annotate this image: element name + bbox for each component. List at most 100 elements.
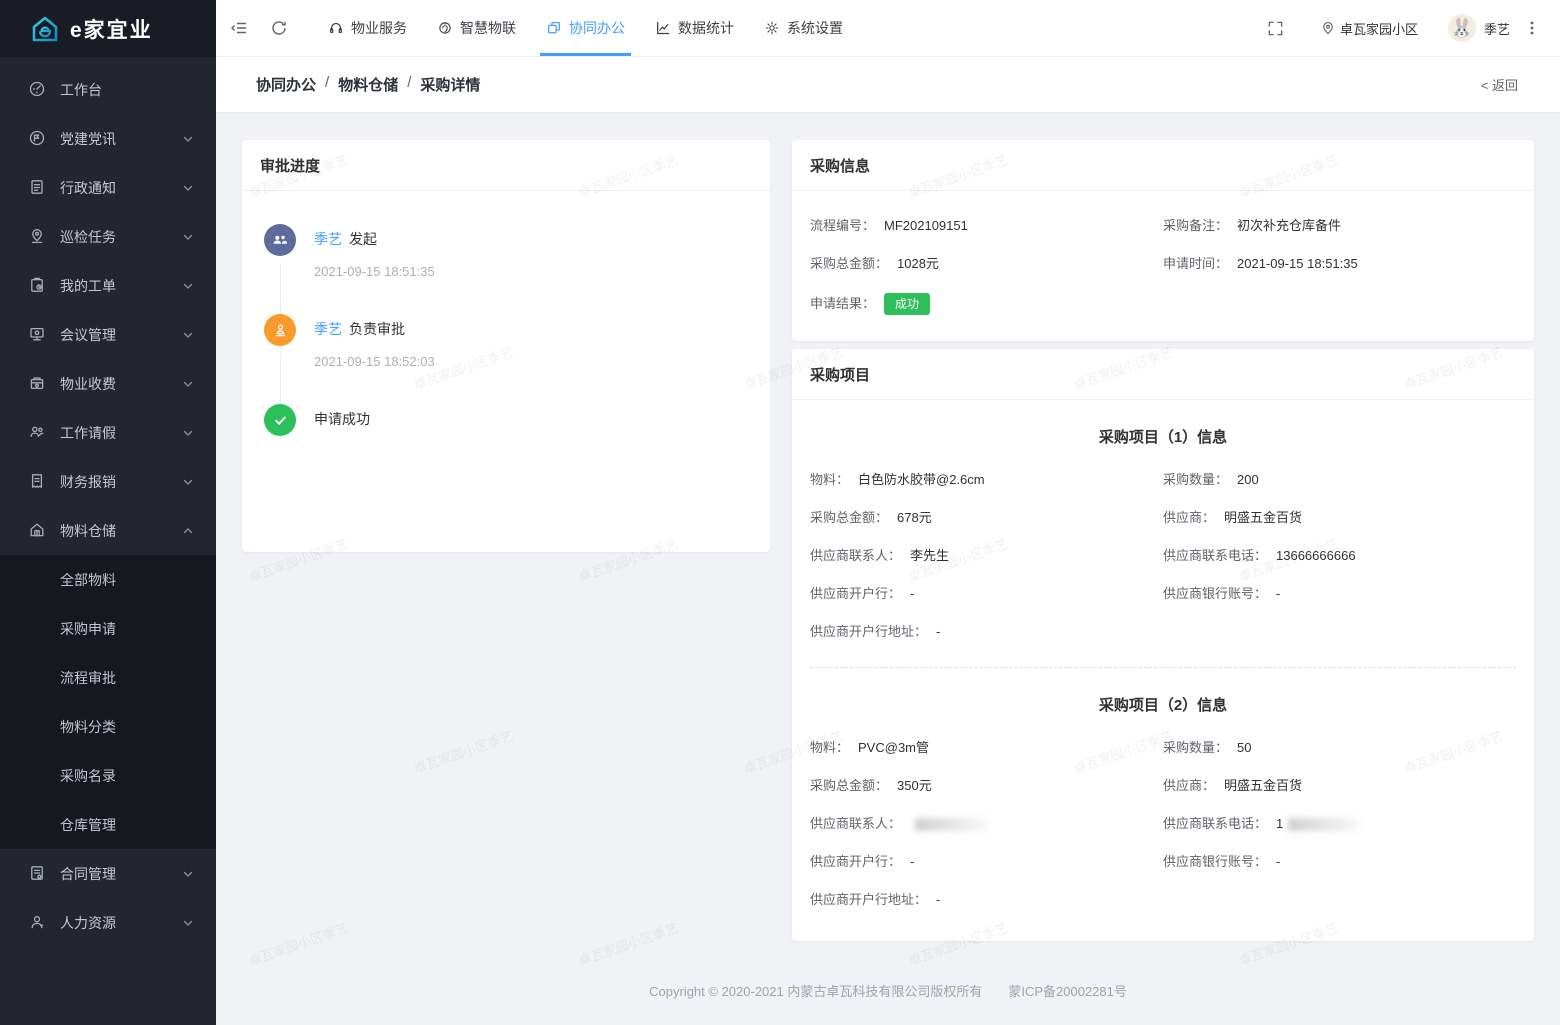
sidebar-item-party[interactable]: 党建党讯	[0, 114, 216, 163]
topbar-tabs: 物业服务 智慧物联 协同办公 数据统计 系统设置	[313, 0, 858, 56]
sidebar-item-label: 会议管理	[60, 326, 116, 343]
purchase-item-section: 采购项目（1）信息 物料： 白色防水胶带@2.6cm 采购数量： 200 采购总金额： 67…	[792, 400, 1534, 647]
collab-icon	[546, 20, 562, 36]
sidebar-item-purchase-apply[interactable]: 采购申请	[0, 604, 216, 653]
field-value: 2021-09-15 18:51:35	[1237, 256, 1358, 271]
users-step-icon	[264, 224, 296, 256]
step-user-link[interactable]: 季艺	[314, 231, 342, 247]
step-user-link[interactable]: 季艺	[314, 321, 342, 337]
field: 采购总金额： 678元	[810, 509, 1163, 527]
house-icon	[28, 521, 47, 540]
tab-iot[interactable]: 智慧物联	[422, 0, 531, 56]
tab-office[interactable]: 协同办公	[531, 0, 640, 56]
field: 供应商联系电话： 1	[1163, 815, 1516, 833]
sidebar-item-purchase-list[interactable]: 采购名录	[0, 751, 216, 800]
field: 供应商开户行地址： -	[810, 623, 1163, 641]
chevron-down-icon	[182, 280, 194, 292]
purchase-items-body: 采购项目（1）信息 物料： 白色防水胶带@2.6cm 采购数量： 200 采购总金额： 67…	[792, 400, 1534, 915]
sidebar-subitem-label: 全部物料	[60, 571, 116, 588]
sidebar-subitem-label: 物料分类	[60, 718, 116, 735]
sidebar-item-label: 工作请假	[60, 424, 116, 441]
sidebar-item-fee[interactable]: 物业收费	[0, 359, 216, 408]
field-value: 李先生	[910, 548, 950, 563]
field-label: 供应商联系人：	[810, 548, 902, 563]
sidebar-item-material-category[interactable]: 物料分类	[0, 702, 216, 751]
step-title: 季艺 负责审批	[314, 319, 744, 339]
location-pin-icon	[1321, 21, 1335, 35]
sidebar-item-warehouse[interactable]: 物料仓储	[0, 506, 216, 555]
sidebar-item-meeting[interactable]: 会议管理	[0, 310, 216, 359]
sidebar-item-warehouse-manage[interactable]: 仓库管理	[0, 800, 216, 849]
user-avatar[interactable]: 🐰	[1447, 14, 1476, 42]
redacted-value	[915, 818, 988, 832]
tab-label: 智慧物联	[460, 20, 516, 36]
sidebar-item-leave[interactable]: 工作请假	[0, 408, 216, 457]
sidebar-item-label: 巡检任务	[60, 228, 116, 245]
fullscreen-icon[interactable]	[1267, 20, 1284, 37]
field-value: 678元	[897, 510, 932, 525]
step-timestamp: 2021-09-15 18:51:35	[314, 264, 435, 279]
field-value: 初次补充仓库备件	[1237, 218, 1342, 233]
field-label: 供应商：	[1163, 510, 1216, 525]
sidebar-item-notice[interactable]: 行政通知	[0, 163, 216, 212]
field-value: -	[1276, 586, 1281, 601]
back-link[interactable]: < 返回	[1481, 75, 1518, 94]
sidebar-item-label: 合同管理	[60, 865, 116, 882]
sidebar-item-hr[interactable]: 人力资源	[0, 898, 216, 947]
icp-number: 蒙ICP备20002281号	[1008, 984, 1127, 999]
sidebar-item-patrol[interactable]: 巡检任务	[0, 212, 216, 261]
field: 供应商： 明盛五金百货	[1163, 509, 1516, 527]
cashbox-icon	[28, 374, 47, 393]
section-fields: 物料： 白色防水胶带@2.6cm 采购数量： 200 采购总金额： 678元 供应商： 明盛五…	[792, 447, 1534, 647]
sidebar-item-workorder[interactable]: 我的工单	[0, 261, 216, 310]
sidebar: e家宜业 工作台 党建党讯 行政通知 巡检任务 我的工单 会议管理 物业收费 工作请假 财务报销…	[0, 0, 216, 1025]
breadcrumb-part[interactable]: 物料仓储	[338, 74, 398, 95]
field-value: 350元	[897, 778, 932, 793]
sidebar-item-label: 物料仓储	[60, 522, 116, 539]
tab-label: 协同办公	[569, 20, 625, 36]
chevron-down-icon	[182, 868, 194, 880]
chevron-down-icon	[182, 476, 194, 488]
section-heading: 采购项目（2）信息	[1098, 697, 1228, 714]
step-action: 申请成功	[314, 411, 370, 427]
chevron-down-icon	[182, 329, 194, 341]
community-selector[interactable]: 卓瓦家园小区	[1321, 19, 1418, 38]
pin-icon	[28, 227, 47, 246]
main-content: 审批进度 季艺 发起 2021-09-15 18:51:35 季艺 负责审批 2021-0…	[216, 112, 1560, 1025]
field-label: 采购数量：	[1163, 472, 1229, 487]
collapse-sidebar-icon[interactable]	[230, 19, 248, 37]
tab-settings[interactable]: 系统设置	[749, 0, 858, 56]
monitor-icon	[28, 325, 47, 344]
avatar-emoji: 🐰	[1450, 17, 1474, 38]
chevron-down-icon	[182, 917, 194, 929]
tab-property[interactable]: 物业服务	[313, 0, 422, 56]
field-label: 采购数量：	[1163, 740, 1229, 755]
field-value: -	[1276, 854, 1281, 869]
sidebar-item-all-materials[interactable]: 全部物料	[0, 555, 216, 604]
step-title: 季艺 发起	[314, 229, 744, 249]
copyright-text: Copyright © 2020-2021 内蒙古卓瓦科技有限公司版权所有	[649, 984, 983, 999]
page-footer: Copyright © 2020-2021 内蒙古卓瓦科技有限公司版权所有 蒙IC…	[242, 981, 1534, 1000]
field-value: 明盛五金百货	[1224, 778, 1303, 793]
refresh-icon[interactable]	[270, 19, 288, 37]
tab-stats[interactable]: 数据统计	[640, 0, 749, 56]
field-value: 50	[1237, 740, 1252, 755]
topbar-right: 卓瓦家园小区 🐰 季艺	[1256, 14, 1560, 42]
field-value: MF202109151	[884, 218, 968, 233]
sidebar-subitem-label: 采购名录	[60, 767, 116, 784]
check-step-icon	[264, 404, 296, 436]
purchase-items-title: 采购项目	[792, 349, 1534, 400]
sidebar-item-finance[interactable]: 财务报销	[0, 457, 216, 506]
document-icon	[28, 178, 47, 197]
status-badge: 成功	[884, 293, 931, 315]
sidebar-item-workbench[interactable]: 工作台	[0, 65, 216, 114]
sidebar-item-flow-approval[interactable]: 流程审批	[0, 653, 216, 702]
sidebar-menu: 工作台 党建党讯 行政通知巡检任务我的工单会议管理物业收费工作请假财务报销物料仓储全…	[0, 57, 216, 1025]
sidebar-item-contract[interactable]: 合同管理	[0, 849, 216, 898]
more-menu-icon[interactable]	[1524, 20, 1540, 36]
field-label: 流程编号：	[810, 218, 876, 233]
field-value: 200	[1237, 472, 1259, 487]
breadcrumb-part[interactable]: 协同办公	[256, 74, 316, 95]
field-value: 13666666666	[1276, 548, 1356, 563]
field-value: -	[910, 586, 915, 601]
